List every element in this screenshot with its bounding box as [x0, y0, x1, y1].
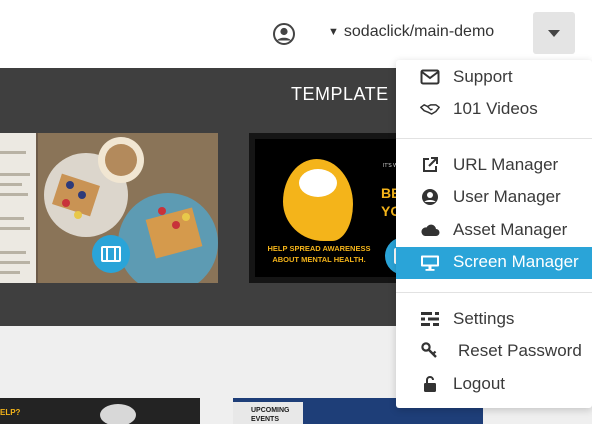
menu-item-label: User Manager [453, 187, 561, 206]
thumb-events-text: UPCOMING EVENTS [233, 402, 303, 424]
menu-item-label: Logout [453, 374, 505, 393]
top-bar: ▼ sodaclick/main-demo [0, 0, 592, 68]
handshake-icon [420, 99, 440, 119]
menu-item-logout[interactable]: Logout [396, 369, 592, 399]
user-circle-icon[interactable] [272, 22, 296, 46]
menu-toggle-button[interactable] [533, 12, 575, 54]
menu-item-settings[interactable]: Settings [396, 304, 592, 334]
menu-item-url-manager[interactable]: URL Manager [396, 150, 592, 180]
menu-item-screen-manager[interactable]: Screen Manager [396, 247, 592, 279]
menu-item-support[interactable]: Support [396, 62, 592, 92]
menu-item-label: Reset Password [458, 341, 582, 360]
repo-label: sodaclick/main-demo [343, 23, 495, 40]
menu-item-label: 101 Videos [453, 99, 538, 118]
menu-divider [396, 292, 592, 293]
unlock-icon [420, 374, 440, 394]
settings-sliders-icon [420, 309, 440, 329]
desktop-icon [420, 253, 440, 273]
caret-down-icon [548, 29, 560, 37]
menu-item-101-videos[interactable]: 101 Videos [396, 94, 592, 124]
poster-strip [0, 133, 36, 283]
menu-item-reset-password[interactable]: Reset Password [396, 336, 592, 366]
user-circle-icon [420, 187, 440, 207]
menu-item-label: Asset Manager [453, 220, 568, 239]
menu-item-user-manager[interactable]: User Manager [396, 182, 592, 212]
menu-item-label: Settings [453, 309, 515, 328]
external-link-icon [420, 155, 440, 175]
key-icon [420, 341, 440, 361]
menu-divider [396, 138, 592, 139]
thumb-message: HELP SPREAD AWARENESS ABOUT MENTAL HEALT… [267, 244, 371, 264]
template-thumbnail-help[interactable]: ELP? [0, 398, 200, 424]
brain-icon [299, 169, 337, 197]
template-thumbnail-mental-health[interactable]: IT'S WO BE YO HELP SPREAD AWARENESS ABOU… [249, 133, 419, 283]
envelope-icon [420, 67, 440, 87]
menu-item-label: Screen Manager [453, 252, 579, 271]
menu-item-label: URL Manager [453, 155, 559, 174]
cloud-icon [420, 220, 440, 240]
banner-title: TEMPLATE [291, 84, 389, 104]
thumb-help-text: ELP? [0, 408, 21, 417]
template-thumbnail-food[interactable] [0, 133, 218, 283]
user-dropdown-menu: Support 101 Videos URL Manager User Mana… [396, 60, 592, 408]
film-icon[interactable] [92, 235, 130, 273]
caret-down-icon: ▼ [328, 26, 339, 38]
menu-item-label: Support [453, 67, 513, 86]
repo-selector[interactable]: ▼ sodaclick/main-demo [328, 20, 494, 44]
menu-item-asset-manager[interactable]: Asset Manager [396, 215, 592, 245]
